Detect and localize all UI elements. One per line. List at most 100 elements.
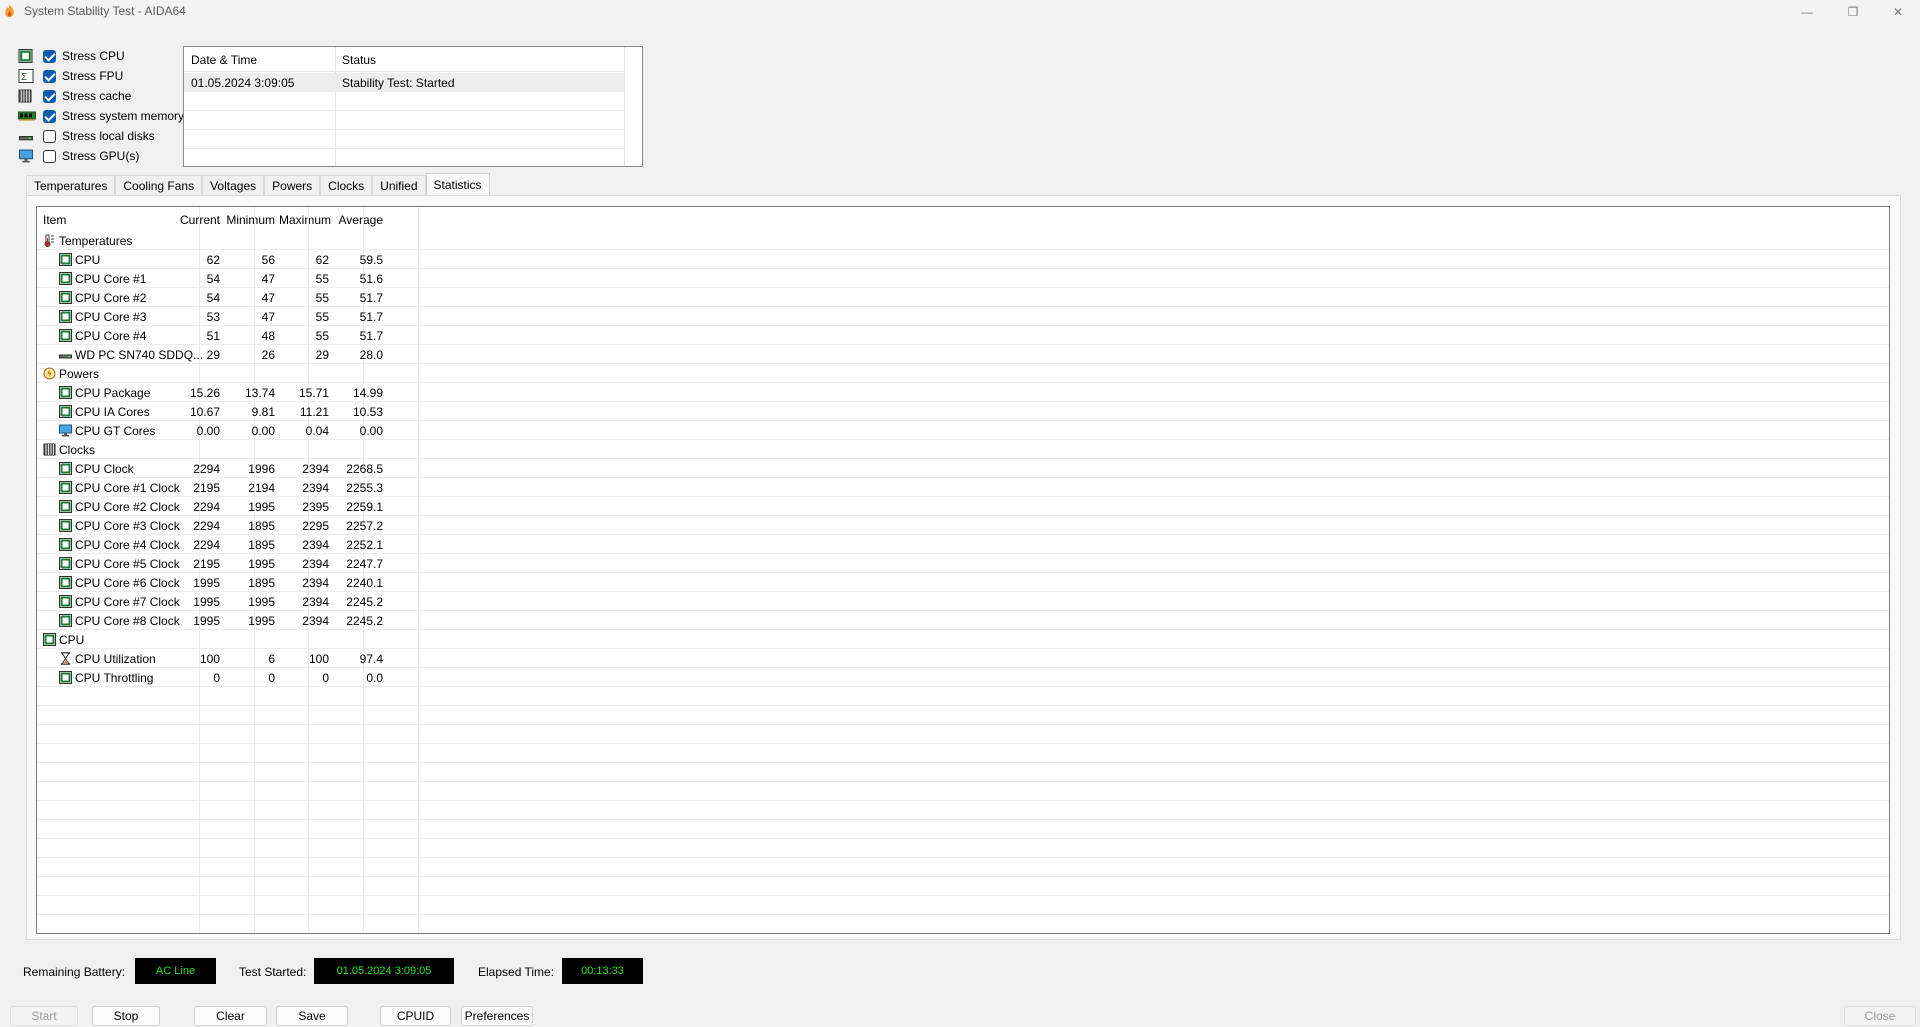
table-row[interactable]: CPU Clock 2294 1996 2394 2268.5 bbox=[37, 459, 1889, 478]
cell-minimum: 47 bbox=[261, 291, 275, 305]
cell-average: 0.0 bbox=[366, 671, 383, 685]
log-row[interactable] bbox=[184, 149, 624, 168]
table-row[interactable]: CPU IA Cores 10.67 9.81 11.21 10.53 bbox=[37, 402, 1889, 421]
stress-option-stress-fpu[interactable]: Σ Stress FPU bbox=[18, 66, 123, 86]
row-item-name: CPU Core #2 bbox=[75, 291, 147, 305]
log-row[interactable] bbox=[184, 130, 624, 149]
start-button[interactable]: Start bbox=[10, 1006, 78, 1026]
stress-option-stress-cache[interactable]: Stress cache bbox=[18, 86, 131, 106]
table-row[interactable]: CPU Core #3 Clock 2294 1895 2295 2257.2 bbox=[37, 516, 1889, 535]
cpu-chip-icon bbox=[59, 272, 72, 285]
tab-clocks[interactable]: Clocks bbox=[320, 175, 373, 195]
table-row[interactable]: CPU Core #4 Clock 2294 1895 2394 2252.1 bbox=[37, 535, 1889, 554]
cpuid-button[interactable]: CPUID bbox=[380, 1006, 451, 1026]
statistics-grid[interactable]: Item Current Minimum Maximum Average Tem… bbox=[36, 206, 1890, 934]
stress-checkbox[interactable] bbox=[43, 149, 56, 163]
table-row[interactable]: CPU Throttling 0 0 0 0.0 bbox=[37, 668, 1889, 687]
row-item-name: CPU Core #1 Clock bbox=[75, 481, 180, 495]
clear-button[interactable]: Clear bbox=[194, 1006, 267, 1026]
row-item-name: CPU IA Cores bbox=[75, 405, 150, 419]
stress-checkbox[interactable] bbox=[43, 89, 56, 103]
table-row[interactable]: CPU Core #4 51 48 55 51.7 bbox=[37, 326, 1889, 345]
stress-checkbox[interactable] bbox=[43, 129, 56, 143]
cell-maximum: 2394 bbox=[302, 538, 329, 552]
tab-cooling-fans[interactable]: Cooling Fans bbox=[115, 175, 203, 195]
cell-current: 62 bbox=[206, 253, 220, 267]
cell-minimum: 1995 bbox=[248, 614, 275, 628]
maximize-button[interactable]: ❐ bbox=[1830, 0, 1876, 24]
table-row[interactable]: CPU Utilization 100 6 100 97.4 bbox=[37, 649, 1889, 668]
stress-option-stress-local-disks[interactable]: Stress local disks bbox=[18, 126, 155, 146]
row-item-name: CPU Core #4 bbox=[75, 329, 147, 343]
close-window-button[interactable]: ✕ bbox=[1875, 0, 1920, 24]
stress-checkbox[interactable] bbox=[43, 49, 56, 63]
cell-maximum: 2395 bbox=[302, 500, 329, 514]
tab-temperatures[interactable]: Temperatures bbox=[26, 175, 116, 195]
table-row[interactable]: CPU Core #5 Clock 2195 1995 2394 2247.7 bbox=[37, 554, 1889, 573]
preferences-button[interactable]: Preferences bbox=[461, 1006, 533, 1026]
table-row[interactable]: CPU Core #6 Clock 1995 1895 2394 2240.1 bbox=[37, 573, 1889, 592]
aida64-flame-icon bbox=[5, 4, 14, 17]
empty-row bbox=[37, 877, 1889, 896]
header-minimum: Minimum bbox=[226, 213, 275, 227]
row-item-name: CPU Core #6 Clock bbox=[75, 576, 180, 590]
table-row[interactable]: CPU Core #2 54 47 55 51.7 bbox=[37, 288, 1889, 307]
stress-option-stress-cpu[interactable]: Stress CPU bbox=[18, 46, 125, 66]
table-row[interactable]: CPU 62 56 62 59.5 bbox=[37, 250, 1889, 269]
table-row[interactable]: CPU Core #3 53 47 55 51.7 bbox=[37, 307, 1889, 326]
tab-powers[interactable]: Powers bbox=[264, 175, 321, 195]
cell-average: 2240.1 bbox=[346, 576, 383, 590]
memory-icon bbox=[18, 109, 36, 123]
cpu-chip-icon bbox=[59, 310, 72, 323]
table-row[interactable]: CPU Core #1 54 47 55 51.6 bbox=[37, 269, 1889, 288]
hourglass-icon bbox=[59, 652, 72, 665]
cell-current: 51 bbox=[206, 329, 220, 343]
close-button[interactable]: Close bbox=[1844, 1006, 1916, 1026]
header-current: Current bbox=[170, 213, 220, 227]
group-row[interactable]: Temperatures bbox=[37, 231, 1889, 250]
cell-maximum: 100 bbox=[308, 652, 329, 666]
cell-average: 51.7 bbox=[359, 329, 383, 343]
cell-average: 97.4 bbox=[359, 652, 383, 666]
stress-checkbox[interactable] bbox=[43, 69, 56, 83]
table-row[interactable]: CPU GT Cores 0.00 0.00 0.04 0.00 bbox=[37, 421, 1889, 440]
sensor-tabs: Temperatures Cooling Fans Voltages Powers Cl… bbox=[26, 173, 490, 197]
log-row[interactable] bbox=[184, 92, 624, 111]
cell-maximum: 2394 bbox=[302, 462, 329, 476]
table-row[interactable]: CPU Core #2 Clock 2294 1995 2395 2259.1 bbox=[37, 497, 1889, 516]
table-row[interactable]: CPU Package 15.26 13.74 15.71 14.99 bbox=[37, 383, 1889, 402]
cell-minimum: 47 bbox=[261, 310, 275, 324]
table-row[interactable]: WD PC SN740 SDDQ... 29 26 29 28.0 bbox=[37, 345, 1889, 364]
cell-minimum: 26 bbox=[261, 348, 275, 362]
log-row[interactable]: 01.05.2024 3:09:05 Stability Test: Starte… bbox=[184, 73, 624, 92]
stress-checkbox[interactable] bbox=[43, 109, 56, 123]
tab-voltages[interactable]: Voltages bbox=[202, 175, 265, 195]
cpu-chip-icon bbox=[59, 462, 72, 475]
save-button[interactable]: Save bbox=[276, 1006, 348, 1026]
group-row[interactable]: CPU bbox=[37, 630, 1889, 649]
test-log-table[interactable]: Date & Time Status 01.05.2024 3:09:05 Sta… bbox=[183, 46, 643, 168]
cell-current: 100 bbox=[199, 652, 220, 666]
group-row[interactable]: Powers bbox=[37, 364, 1889, 383]
row-item-name: CPU Utilization bbox=[75, 652, 156, 666]
empty-row bbox=[37, 687, 1889, 706]
cell-maximum: 29 bbox=[315, 348, 329, 362]
battery-label: Remaining Battery: bbox=[23, 965, 126, 979]
table-row[interactable]: CPU Core #1 Clock 2195 2194 2394 2255.3 bbox=[37, 478, 1889, 497]
row-item-name: CPU Core #1 bbox=[75, 272, 147, 286]
group-row[interactable]: Clocks bbox=[37, 440, 1889, 459]
table-row[interactable]: CPU Core #8 Clock 1995 1995 2394 2245.2 bbox=[37, 611, 1889, 630]
cell-current: 2195 bbox=[193, 481, 220, 495]
tab-unified[interactable]: Unified bbox=[372, 175, 426, 195]
stress-option-stress-system-memory[interactable]: Stress system memory bbox=[18, 106, 184, 126]
cell-minimum: 9.81 bbox=[251, 405, 275, 419]
log-header: Date & Time Status bbox=[184, 47, 624, 72]
stop-button[interactable]: Stop bbox=[92, 1006, 160, 1026]
cache-icon bbox=[43, 443, 56, 456]
log-row[interactable] bbox=[184, 111, 624, 130]
table-row[interactable]: CPU Core #7 Clock 1995 1995 2394 2245.2 bbox=[37, 592, 1889, 611]
tab-statistics[interactable]: Statistics bbox=[425, 173, 490, 195]
elapsed-time-value: 00:13:33 bbox=[562, 958, 643, 984]
minimize-button[interactable]: — bbox=[1784, 0, 1830, 24]
stress-option-stress-gpu-s[interactable]: Stress GPU(s) bbox=[18, 146, 139, 166]
